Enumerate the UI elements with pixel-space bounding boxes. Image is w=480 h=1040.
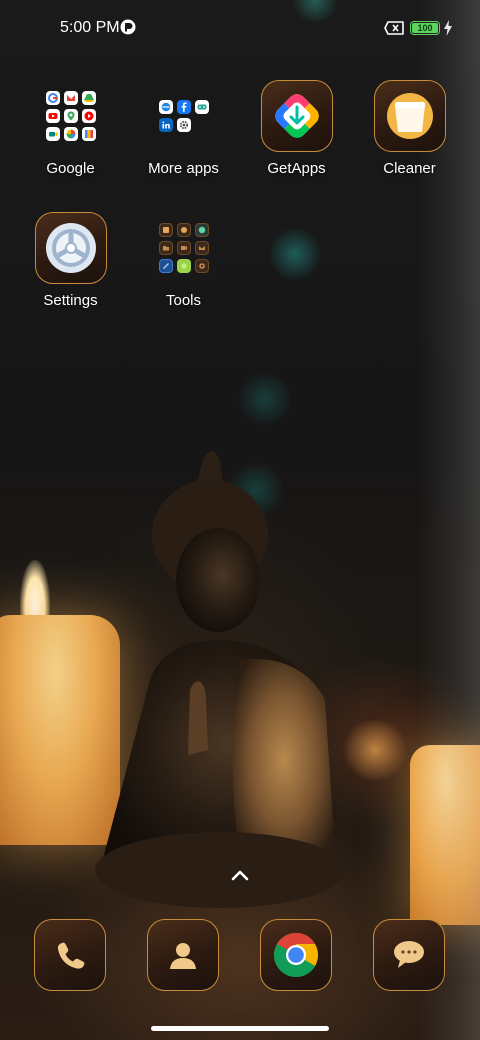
tools-folder-icon — [147, 212, 220, 284]
app-cleaner[interactable]: Cleaner — [353, 80, 466, 177]
mail-mini-icon — [194, 241, 209, 255]
cleaner-icon — [373, 80, 446, 152]
photos-mini-icon — [63, 127, 78, 141]
buddha-statue — [95, 451, 345, 908]
browser-mini-icon — [158, 100, 173, 114]
app-getapps[interactable]: GetApps — [240, 80, 353, 177]
app-label: Tools — [165, 292, 202, 309]
no-sim-icon — [384, 21, 404, 35]
file-manager-mini-icon — [158, 241, 173, 255]
dock-chrome[interactable] — [260, 919, 332, 991]
contacts-icon — [170, 943, 196, 969]
compass-mini-icon — [194, 223, 209, 237]
google-mini-icon — [45, 91, 60, 105]
dock-contacts[interactable] — [147, 919, 219, 991]
settings-logo — [45, 223, 96, 273]
clock: 5:00 PM — [60, 19, 120, 36]
getapps-logo — [274, 94, 319, 138]
settings-mini-icon — [176, 118, 191, 132]
app-label: Settings — [43, 292, 98, 309]
battery-level: 100 — [412, 23, 438, 33]
maps-mini-icon — [63, 109, 78, 123]
recorder-mini-icon — [176, 241, 191, 255]
app-label: Google — [46, 160, 95, 177]
game-center-mini-icon — [194, 100, 209, 114]
bokeh-light — [268, 228, 322, 280]
phone-icon — [57, 942, 85, 969]
dock-messages[interactable] — [373, 919, 445, 991]
facebook-mini-icon — [176, 100, 191, 114]
cleaner-logo — [386, 93, 433, 139]
weather-mini-icon — [194, 259, 209, 273]
app-label: More apps — [148, 160, 219, 177]
bokeh-light — [238, 372, 292, 426]
getapps-icon — [260, 80, 333, 152]
messages-icon — [394, 941, 424, 968]
calculator-mini-icon — [158, 223, 173, 237]
linkedin-mini-icon — [158, 118, 173, 132]
youtube-music-mini-icon — [81, 109, 96, 123]
candle-glow — [340, 720, 410, 780]
app-label: GetApps — [267, 160, 326, 177]
app-google-folder[interactable]: Google — [14, 80, 127, 177]
chevron-up-icon[interactable] — [229, 867, 251, 883]
notification-app-icon — [120, 19, 136, 35]
drive-mini-icon — [81, 91, 96, 105]
dock-phone[interactable] — [34, 919, 106, 991]
scanner-mini-icon — [176, 259, 191, 273]
google-folder-icon — [34, 80, 107, 152]
status-bar: 5:00 PM 100 — [0, 0, 480, 56]
app-label: Cleaner — [383, 160, 436, 177]
clock-mini-icon — [176, 223, 191, 237]
gesture-nav-bar[interactable] — [151, 1026, 329, 1031]
gmail-mini-icon — [63, 91, 78, 105]
app-tools-folder[interactable]: Tools — [127, 212, 240, 309]
app-settings[interactable]: Settings — [14, 212, 127, 309]
battery-icon: 100 — [410, 21, 440, 35]
chrome-icon — [274, 933, 318, 977]
charging-bolt-icon — [444, 20, 452, 36]
more-apps-folder-icon — [147, 80, 220, 152]
youtube-mini-icon — [45, 109, 60, 123]
assistant-mini-icon — [81, 127, 96, 141]
settings-gear-icon — [34, 212, 107, 284]
meet-mini-icon — [45, 127, 60, 141]
browser-mini-icon — [158, 259, 173, 273]
app-more-apps-folder[interactable]: More apps — [127, 80, 240, 177]
